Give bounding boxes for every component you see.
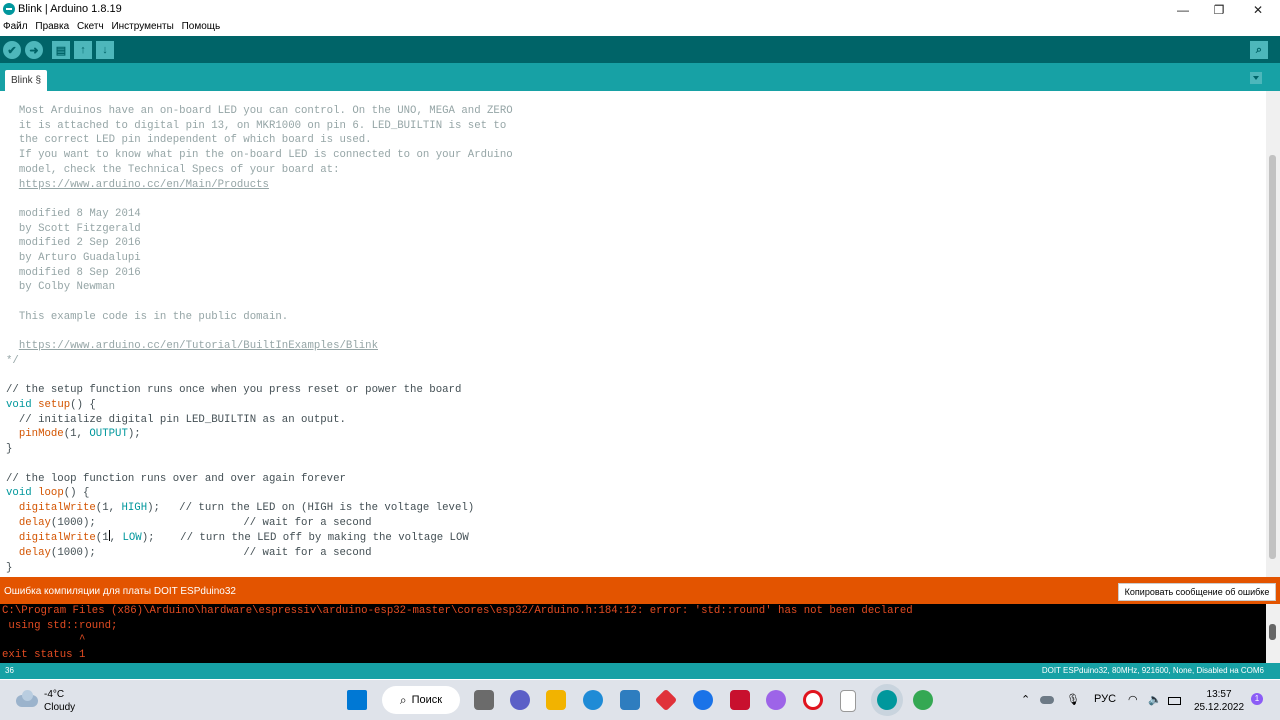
- comment-line: model, check the Technical Specs of your…: [6, 163, 340, 176]
- comment-line: modified 8 May 2014: [6, 207, 141, 220]
- tab-blink[interactable]: Blink §: [5, 70, 47, 91]
- comment-line: modified 2 Sep 2016: [6, 237, 141, 250]
- menu-sketch[interactable]: Скетч: [75, 20, 106, 33]
- windows-taskbar: -4°C Cloudy ⌕ Поиск ⌃ 🎙 РУС ◠ 🔈 13:57 25…: [0, 680, 1280, 720]
- clock-date: 25.12.2022: [1194, 702, 1245, 713]
- teams-chat-icon[interactable]: [510, 690, 530, 710]
- menu-bar: Файл Правка Скетч Инструменты Помощь: [0, 20, 1280, 36]
- temperature: -4°C: [44, 689, 65, 700]
- comment-line: it is attached to digital pin 13, on MKR…: [6, 119, 507, 132]
- edge-browser-icon[interactable]: [583, 690, 603, 710]
- chrome-icon[interactable]: [913, 690, 933, 710]
- comment-line: by Scott Fitzgerald: [6, 222, 141, 235]
- copy-error-button[interactable]: Копировать сообщение об ошибке: [1118, 583, 1276, 601]
- search-icon: ⌕: [399, 692, 407, 707]
- toolbar: ✔ ➜ ▤ ↑ ↓ ⌕: [0, 36, 1280, 63]
- comment-line: This example code is in the public domai…: [6, 310, 289, 323]
- error-status-bar: Ошибка компиляции для платы DOIT ESPduin…: [0, 577, 1280, 604]
- comment-line: If you want to know what pin the on-boar…: [6, 149, 513, 162]
- help-icon[interactable]: [693, 690, 713, 710]
- editor-scrollbar[interactable]: [1266, 91, 1280, 577]
- opera-browser-icon[interactable]: [803, 690, 823, 710]
- tab-strip: Blink §: [0, 63, 1280, 91]
- code-text: Most Arduinos have an on-board LED you c…: [6, 105, 513, 574]
- microsoft-store-icon[interactable]: [620, 690, 640, 710]
- windows-start-icon[interactable]: [347, 690, 367, 710]
- weather-condition: Cloudy: [44, 702, 76, 713]
- save-sketch-button[interactable]: ↓: [96, 41, 114, 59]
- microphone-icon[interactable]: 🎙: [1066, 693, 1080, 706]
- serial-monitor-button[interactable]: ⌕: [1250, 41, 1268, 59]
- console-line: C:\Program Files (x86)\Arduino\hardware\…: [2, 605, 913, 617]
- menu-tools[interactable]: Инструменты: [109, 20, 175, 33]
- taskbar-search[interactable]: ⌕ Поиск: [382, 686, 460, 714]
- comment-line: by Colby Newman: [6, 281, 116, 294]
- console-line: using std::round;: [2, 619, 118, 632]
- wifi-icon[interactable]: ◠: [1128, 693, 1138, 706]
- taskbar-clock[interactable]: 13:57 25.12.2022: [1194, 688, 1244, 714]
- comment-line: Most Arduinos have an on-board LED you c…: [6, 105, 513, 117]
- tutorial-link[interactable]: https://www.arduino.cc/en/Tutorial/Built…: [19, 340, 378, 352]
- loop-function: loop: [38, 487, 64, 500]
- comment-line: the correct LED pin independent of which…: [6, 134, 372, 147]
- verify-button[interactable]: ✔: [3, 41, 21, 59]
- weather-widget[interactable]: -4°C Cloudy: [16, 688, 75, 714]
- code-editor[interactable]: Most Arduinos have an on-board LED you c…: [0, 91, 1266, 577]
- close-button[interactable]: ✕: [1240, 0, 1276, 20]
- task-view-icon[interactable]: [474, 690, 494, 710]
- file-explorer-icon[interactable]: [546, 690, 566, 710]
- comment-line: modified 8 Sep 2016: [6, 266, 141, 279]
- compile-error-message: Ошибка компиляции для платы DOIT ESPduin…: [4, 586, 236, 597]
- comment-line: by Arturo Guadalupi: [6, 252, 141, 265]
- console-scrollbar-thumb[interactable]: [1269, 624, 1276, 640]
- volume-icon[interactable]: 🔈: [1148, 693, 1162, 706]
- tray-overflow-chevron-up-icon[interactable]: ⌃: [1021, 693, 1030, 706]
- editor-scrollbar-thumb[interactable]: [1269, 155, 1276, 559]
- notification-badge[interactable]: 1: [1251, 693, 1263, 705]
- mcafee-icon[interactable]: [730, 690, 750, 710]
- menu-edit[interactable]: Правка: [33, 20, 71, 33]
- setup-function: setup: [38, 399, 71, 412]
- minimize-button[interactable]: —: [1165, 0, 1201, 20]
- new-sketch-button[interactable]: ▤: [52, 41, 70, 59]
- arduino-taskbar-icon[interactable]: [877, 690, 897, 710]
- console-scrollbar[interactable]: [1266, 604, 1280, 663]
- line-number: 36: [5, 666, 14, 675]
- console-line: ^: [2, 634, 86, 647]
- window-title: Blink | Arduino 1.8.19: [18, 3, 122, 15]
- open-sketch-button[interactable]: ↑: [74, 41, 92, 59]
- board-info: DOIT ESPduino32, 80MHz, 921600, None, Di…: [1041, 666, 1264, 675]
- battery-icon[interactable]: [1168, 697, 1181, 705]
- menu-file[interactable]: Файл: [1, 20, 30, 33]
- input-language[interactable]: РУС: [1094, 693, 1116, 705]
- setup-comment: // the setup function runs once when you…: [6, 384, 462, 397]
- arduino-app-icon: [3, 3, 15, 15]
- title-bar: Blink | Arduino 1.8.19 — ❐ ✕: [0, 0, 1280, 20]
- app-diamond-icon[interactable]: [654, 688, 678, 712]
- notepad-icon[interactable]: [840, 690, 856, 712]
- output-console[interactable]: C:\Program Files (x86)\Arduino\hardware\…: [0, 604, 1266, 663]
- comment-end: */: [6, 354, 19, 367]
- maximize-button[interactable]: ❐: [1201, 0, 1237, 20]
- bottom-status-bar: 36 DOIT ESPduino32, 80MHz, 921600, None,…: [0, 663, 1280, 679]
- tab-menu-chevron-down-icon[interactable]: [1250, 72, 1262, 84]
- alice-assistant-icon[interactable]: [766, 690, 786, 710]
- cloud-icon: [16, 690, 38, 707]
- menu-help[interactable]: Помощь: [180, 20, 223, 33]
- clock-time: 13:57: [1206, 689, 1232, 700]
- upload-button[interactable]: ➜: [25, 41, 43, 59]
- console-line: exit status 1: [2, 649, 86, 662]
- loop-comment: // the loop function runs over and over …: [6, 472, 346, 485]
- onedrive-cloud-icon[interactable]: [1040, 696, 1054, 704]
- products-link[interactable]: https://www.arduino.cc/en/Main/Products: [19, 179, 269, 191]
